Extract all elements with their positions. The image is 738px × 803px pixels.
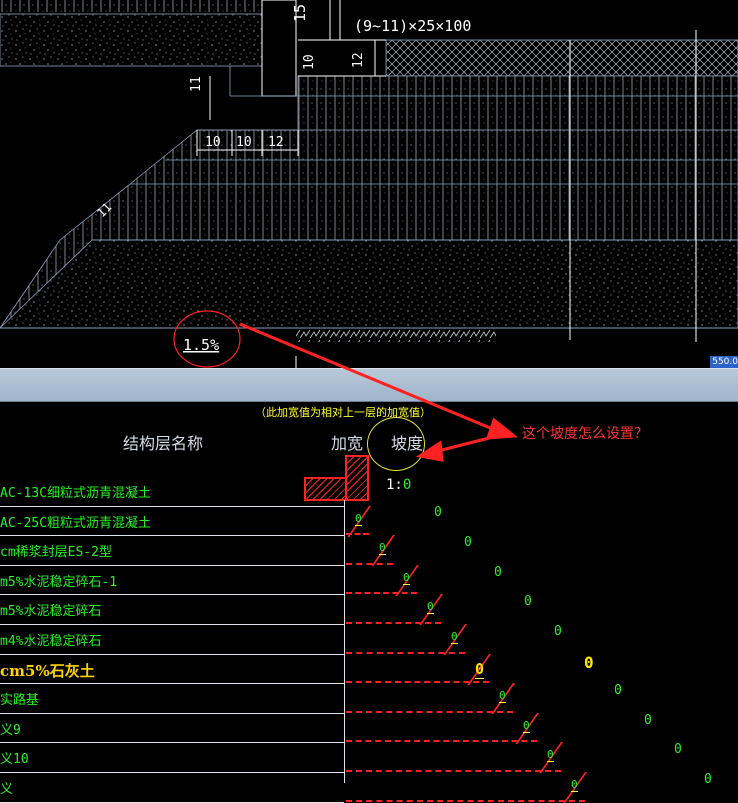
layer-step-line xyxy=(346,799,585,802)
layer-row-divider xyxy=(0,801,344,803)
annotation-arrows xyxy=(239,322,518,462)
